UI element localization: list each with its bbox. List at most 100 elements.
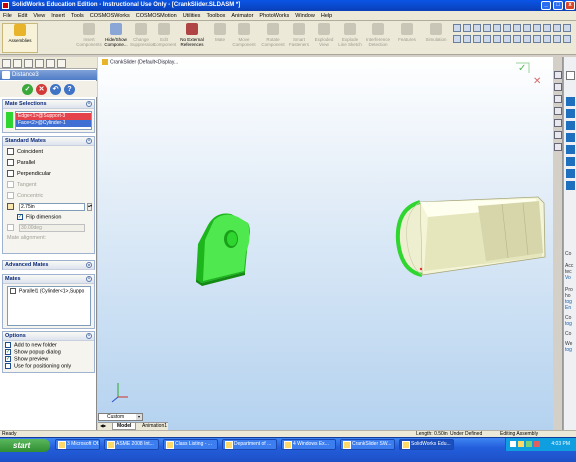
angle-icon[interactable]	[7, 224, 14, 231]
isometric-view-icon[interactable]	[513, 35, 521, 43]
menu-insert[interactable]: Insert	[48, 11, 68, 21]
expand-icon[interactable]: v	[86, 262, 92, 268]
rotate-component-button[interactable]: Rotate Component	[259, 23, 287, 53]
menu-view[interactable]: View	[30, 11, 48, 21]
change-suppression-button[interactable]: Change Suppression	[130, 23, 155, 53]
task-link[interactable]: En	[565, 305, 571, 311]
menu-tools[interactable]: Tools	[68, 11, 87, 21]
add-to-new-folder-checkbox[interactable]	[5, 342, 11, 348]
minimize-button[interactable]: _	[541, 1, 551, 10]
search-icon[interactable]	[554, 107, 562, 115]
single-view-icon[interactable]	[553, 35, 561, 43]
mates-list[interactable]: Parallel1 (Cylinder<1>,Suppo	[7, 286, 91, 326]
bottom-view-icon[interactable]	[503, 35, 511, 43]
display-manager-tab-icon[interactable]	[57, 59, 66, 68]
assemblies-tab[interactable]: Assemblies	[2, 23, 38, 53]
tab-model[interactable]: Model	[112, 423, 137, 430]
perspective-icon[interactable]	[553, 24, 561, 32]
explode-line-sketch-button[interactable]: Explode Line Sketch	[338, 23, 362, 53]
help-button[interactable]: ?	[64, 84, 75, 95]
cancel-button[interactable]: ✕	[36, 84, 47, 95]
tangent-option[interactable]: Tangent	[7, 181, 37, 189]
start-button[interactable]: start	[0, 439, 50, 452]
home-icon[interactable]	[566, 71, 575, 80]
perpendicular-option[interactable]: Perpendicular	[7, 170, 51, 178]
support-part[interactable]	[196, 213, 250, 286]
show-preview-checkbox[interactable]: ✓	[5, 356, 11, 362]
shaded-icon[interactable]	[513, 24, 521, 32]
standard-mates-header[interactable]: Standard Mates ^	[3, 137, 94, 146]
taskbar-item[interactable]: CrankSlider SW...	[340, 439, 395, 450]
pan-icon[interactable]	[493, 24, 501, 32]
chevron-down-icon[interactable]: ▾	[136, 414, 142, 420]
flip-dimension-option[interactable]: ✓ Flip dimension	[17, 214, 61, 221]
task-link[interactable]: tog	[565, 321, 572, 327]
two-view-icon[interactable]	[563, 35, 571, 43]
taskbar-item[interactable]: Department of ...	[222, 439, 277, 450]
concentric-option[interactable]: Concentric	[7, 192, 43, 200]
smart-fasteners-button[interactable]: Smart Fasteners	[288, 23, 310, 53]
confirmation-corner[interactable]: ✓ ✕	[516, 62, 541, 87]
tab-scroll-icon[interactable]: ◀▶	[100, 423, 106, 429]
rotate-view-icon[interactable]	[483, 24, 491, 32]
appearances-icon[interactable]	[554, 131, 562, 139]
menu-utilities[interactable]: Utilities	[180, 11, 204, 21]
undo-button[interactable]: ↶	[50, 84, 61, 95]
collapse-icon[interactable]: ^	[86, 276, 92, 282]
flip-dimension-checkbox[interactable]: ✓	[17, 214, 23, 220]
mate-button[interactable]: Mate	[212, 23, 228, 53]
right-view-icon[interactable]	[483, 35, 491, 43]
task-icon-7[interactable]	[566, 169, 575, 178]
insert-components-button[interactable]: Insert Components	[76, 23, 102, 53]
taskbar-item-active[interactable]: SolidWorks Edu...	[399, 439, 454, 450]
back-view-icon[interactable]	[463, 35, 471, 43]
menu-animator[interactable]: Animator	[228, 11, 256, 21]
feature-manager-tab-icon[interactable]	[2, 59, 11, 68]
show-popup-dialog-checkbox[interactable]: ✓	[5, 349, 11, 355]
ok-button[interactable]: ✓	[22, 84, 33, 95]
menu-help[interactable]: Help	[318, 11, 335, 21]
selection-item-edge[interactable]: Edge<1>@Support-3	[16, 113, 91, 120]
tray-icon[interactable]	[510, 441, 516, 447]
task-icon-8[interactable]	[566, 181, 575, 190]
menu-cosmosworks[interactable]: COSMOSWorks	[87, 11, 133, 21]
motion-manager-tab-icon[interactable]	[35, 59, 44, 68]
task-icon-2[interactable]	[566, 109, 575, 118]
menu-photoworks[interactable]: PhotoWorks	[256, 11, 292, 21]
task-link[interactable]: tog	[565, 347, 572, 353]
tray-icon[interactable]	[526, 441, 532, 447]
standard-views-icon[interactable]	[503, 24, 511, 32]
tray-icon[interactable]	[518, 441, 524, 447]
zoom-fit-icon[interactable]	[453, 24, 461, 32]
coincident-option[interactable]: Coincident	[7, 148, 43, 156]
edit-component-button[interactable]: Edit Component	[153, 23, 176, 53]
custom-properties-icon[interactable]	[554, 143, 562, 151]
menu-file[interactable]: File	[0, 11, 15, 21]
features-button[interactable]: Features	[396, 23, 418, 53]
exploded-view-button[interactable]: Exploded View	[313, 23, 335, 53]
mate-selections-list[interactable]: Edge<1>@Support-3 Face<2>@Cylinder-1	[15, 111, 92, 130]
trimetric-view-icon[interactable]	[523, 35, 531, 43]
task-link[interactable]: Vo	[565, 275, 571, 281]
solidworks-resources-icon[interactable]	[554, 71, 562, 79]
wireframe-icon[interactable]	[533, 24, 541, 32]
tab-animation1[interactable]: Animation1	[140, 423, 169, 430]
graphics-area[interactable]: CrankSlider (Default<Display... ✓ ✕ Cust…	[98, 57, 553, 430]
advanced-mates-header[interactable]: Advanced Mates v	[3, 261, 94, 270]
options-header[interactable]: Options ^	[3, 332, 94, 341]
taskbar-item[interactable]: 4 Windows Ex...	[281, 439, 336, 450]
maximize-button[interactable]: □	[553, 1, 563, 10]
move-component-button[interactable]: Move Component	[230, 23, 258, 53]
file-explorer-icon[interactable]	[554, 95, 562, 103]
cylinder-part[interactable]	[395, 196, 546, 277]
dimetric-view-icon[interactable]	[533, 35, 541, 43]
interference-detection-button[interactable]: Interference Detection	[364, 23, 392, 53]
taskbar-item[interactable]: 3 Microsoft Of...	[55, 439, 100, 450]
selection-item-face[interactable]: Face<2>@Cylinder-1	[16, 120, 91, 127]
taskbar-item[interactable]: ASME 2008 Int...	[104, 439, 159, 450]
clock[interactable]: 4:03 PM	[551, 441, 570, 447]
close-button[interactable]: x	[565, 1, 575, 10]
zoom-in-out-icon[interactable]	[473, 24, 481, 32]
normal-to-icon[interactable]	[543, 35, 551, 43]
task-icon-1[interactable]	[566, 97, 575, 106]
